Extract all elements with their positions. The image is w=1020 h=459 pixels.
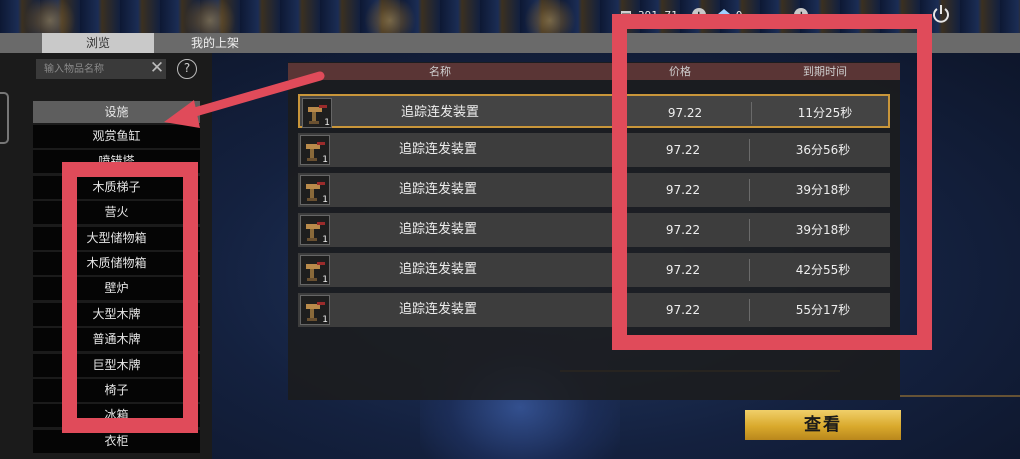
category-header[interactable]: 设施 (33, 101, 200, 123)
category-item[interactable]: 壁炉 (33, 277, 200, 301)
gem-icon (717, 9, 730, 21)
column-header-name[interactable]: 名称 (380, 63, 500, 80)
currency-bar: 391.71 + 0 + (620, 6, 809, 24)
item-quantity: 1 (324, 118, 330, 128)
turret-icon: 1 (300, 175, 330, 205)
category-item[interactable]: 大型储物箱 (33, 226, 200, 250)
listing-row[interactable]: 1 追踪连发装置 97.22 55分17秒 (298, 293, 890, 327)
item-price: 97.22 (667, 106, 703, 120)
power-icon[interactable] (930, 3, 952, 25)
item-expire-time: 39分18秒 (795, 183, 851, 197)
item-price: 97.22 (665, 143, 701, 157)
category-item[interactable]: 冰箱 (33, 404, 200, 428)
category-item[interactable]: 普通木牌 (33, 328, 200, 352)
ornament (360, 0, 420, 34)
column-header-expire[interactable]: 到期时间 (770, 63, 880, 80)
listing-row[interactable]: 1 追踪连发装置 97.22 36分56秒 (298, 133, 890, 167)
item-quantity: 1 (322, 275, 328, 285)
turret-icon: 1 (300, 215, 330, 245)
item-price: 97.22 (665, 223, 701, 237)
tab-my-listings[interactable]: 我的上架 (165, 33, 265, 53)
turret-icon: 1 (302, 98, 332, 128)
category-item[interactable]: 观赏鱼缸 (33, 125, 200, 148)
item-name: 追踪连发装置 (398, 142, 477, 157)
view-button[interactable]: 查看 (745, 410, 901, 440)
clear-search-icon[interactable]: ✕ (148, 58, 166, 78)
gem-amount: 0 (735, 8, 743, 22)
category-item[interactable]: 营火 (33, 201, 200, 225)
item-name: 追踪连发装置 (398, 302, 477, 317)
listing-row[interactable]: 1 追踪连发装置 97.22 39分18秒 (298, 173, 890, 207)
listing-row[interactable]: 1 追踪连发装置 97.22 11分25秒 (298, 94, 890, 128)
item-expire-time: 36分56秒 (795, 143, 851, 157)
search-input[interactable] (36, 59, 166, 79)
add-gold-button[interactable]: + (691, 8, 706, 22)
help-icon[interactable]: ? (177, 59, 197, 79)
item-price: 97.22 (665, 303, 701, 317)
category-item[interactable]: 木质储物箱 (33, 251, 200, 275)
item-name: 追踪连发装置 (398, 182, 477, 197)
category-item[interactable]: 大型木牌 (33, 302, 200, 326)
column-divider (749, 299, 750, 321)
item-name: 追踪连发装置 (400, 105, 479, 120)
item-quantity: 1 (322, 155, 328, 165)
listing-row[interactable]: 1 追踪连发装置 97.22 39分18秒 (298, 213, 890, 247)
category-item[interactable]: 椅子 (33, 378, 200, 402)
column-divider (749, 139, 750, 161)
item-quantity: 1 (322, 315, 328, 325)
gold-bar-icon (620, 9, 632, 21)
side-drawer-handle[interactable] (0, 92, 9, 144)
listing-row[interactable]: 1 追踪连发装置 97.22 42分55秒 (298, 253, 890, 287)
ornament (520, 0, 580, 34)
item-expire-time: 55分17秒 (795, 303, 851, 317)
turret-icon: 1 (300, 295, 330, 325)
category-item[interactable]: 巨型木牌 (33, 353, 200, 377)
item-expire-time: 42分55秒 (795, 263, 851, 277)
ornament (180, 0, 240, 34)
item-price: 97.22 (665, 263, 701, 277)
column-divider (749, 219, 750, 241)
category-item[interactable]: 喷错塔 (33, 150, 200, 174)
turret-icon: 1 (300, 255, 330, 285)
category-item[interactable]: 木质梯子 (33, 175, 200, 199)
category-list[interactable]: 观赏鱼缸 喷错塔 木质梯子 营火 大型储物箱 木质储物箱 壁炉 大型木牌 普通木… (33, 125, 200, 459)
column-divider (749, 259, 750, 281)
decor-line (900, 395, 1020, 397)
top-ornament-band (0, 0, 1020, 34)
item-name: 追踪连发装置 (398, 222, 477, 237)
column-divider (749, 179, 750, 201)
gold-amount: 391.71 (638, 8, 678, 22)
column-divider (751, 102, 752, 124)
category-item[interactable]: 衣柜 (33, 429, 200, 453)
item-price: 97.22 (665, 183, 701, 197)
add-gem-button[interactable]: + (794, 8, 809, 22)
item-quantity: 1 (322, 195, 328, 205)
turret-icon: 1 (300, 135, 330, 165)
item-quantity: 1 (322, 235, 328, 245)
tab-browse[interactable]: 浏览 (42, 33, 154, 53)
item-expire-time: 11分25秒 (797, 106, 853, 120)
ornament (20, 0, 80, 34)
item-expire-time: 39分18秒 (795, 223, 851, 237)
column-header-price[interactable]: 价格 (640, 63, 720, 80)
item-name: 追踪连发装置 (398, 262, 477, 277)
